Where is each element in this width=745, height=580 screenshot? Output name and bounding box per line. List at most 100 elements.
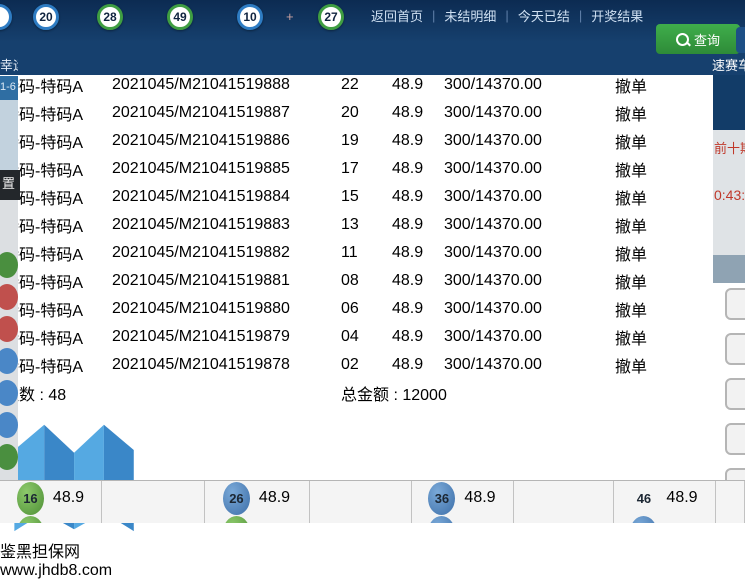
lottery-betting-page: { "header": { "balls": [ {"num": "20", "… bbox=[0, 0, 745, 522]
table-row: 特码-特码A2021045/M210415198831348.9300/1437… bbox=[2, 212, 669, 238]
bet-amount: 300 bbox=[444, 272, 471, 289]
right-game-tab[interactable]: 速赛车 bbox=[712, 55, 745, 75]
left-subheader-strip bbox=[0, 100, 18, 170]
bet-type-cell: 特码-特码A bbox=[2, 324, 109, 350]
period-number: 2021045 bbox=[112, 160, 174, 177]
odds-label: 48.9 bbox=[259, 489, 290, 507]
bet-number-cell: 15 bbox=[340, 184, 389, 210]
odds-cell: 48.9 bbox=[391, 184, 441, 210]
amount-cell: 300/14370.00 bbox=[443, 156, 612, 182]
cancel-order-button[interactable]: 撤单 bbox=[615, 331, 647, 348]
table-row: 特码-特码A2021045/M210415198810848.9300/1437… bbox=[2, 268, 669, 294]
cancel-order-button[interactable]: 撤单 bbox=[615, 275, 647, 292]
cancel-order-button[interactable]: 撤单 bbox=[615, 191, 647, 208]
search-button[interactable]: 查询 bbox=[656, 24, 740, 54]
table-row: 特码-特码A2021045/M210415198861948.9300/1437… bbox=[2, 128, 669, 154]
cancel-order-button[interactable]: 撤单 bbox=[615, 163, 647, 180]
lottery-ball: 27 bbox=[318, 4, 344, 30]
nav-link[interactable]: 开奖结果 bbox=[582, 6, 652, 25]
right-header-strip bbox=[713, 75, 745, 130]
order-number-cell: 2021045/M21041519878 bbox=[111, 352, 338, 378]
order-number-cell: 2021045/M21041519883 bbox=[111, 212, 338, 238]
cancel-order-button[interactable]: 撤单 bbox=[615, 359, 647, 376]
amount-cell: 300/14370.00 bbox=[443, 184, 612, 210]
groups-value: 48 bbox=[48, 387, 66, 404]
cancel-order-button[interactable]: 撤单 bbox=[615, 303, 647, 320]
bet-input-partial[interactable] bbox=[725, 378, 745, 410]
order-id: /M21041519886 bbox=[174, 132, 290, 149]
action-cell: 撤单 bbox=[614, 268, 669, 294]
bet-amount: 300 bbox=[444, 104, 471, 121]
table-footer-row: 组数 : 48 总金额 : 12000 bbox=[2, 380, 669, 406]
odds-cell: 48.9 bbox=[391, 100, 441, 126]
number-odds-cell: 26 48.9 bbox=[204, 481, 310, 515]
number-odds-cell: 3648.9 bbox=[411, 481, 514, 515]
bet-input-partial[interactable] bbox=[725, 333, 745, 365]
amount-cell: 300/14370.00 bbox=[443, 72, 612, 98]
bet-number-cell: 11 bbox=[340, 240, 389, 266]
cancel-order-button[interactable]: 撤单 bbox=[615, 107, 647, 124]
number-ball: 36 bbox=[428, 482, 455, 515]
action-cell: 撤单 bbox=[614, 296, 669, 322]
bet-amount: 300 bbox=[444, 216, 471, 233]
order-id: /M21041519880 bbox=[174, 300, 290, 317]
bet-orders-table: 特码-特码A2021045/M210415198892448.9300/1437… bbox=[0, 42, 671, 408]
left-settings-tab[interactable]: 置 bbox=[0, 170, 20, 200]
odds-label: 48.9 bbox=[666, 489, 697, 507]
odds-value: 48.9 bbox=[392, 132, 423, 149]
number-ball: 26 bbox=[223, 482, 250, 515]
total-amount: /14370.00 bbox=[471, 272, 542, 289]
table-row: 特码-特码A2021045/M210415198882248.9300/1437… bbox=[2, 72, 669, 98]
ball-sliver bbox=[0, 412, 18, 438]
nav-link[interactable]: 今天已结 bbox=[509, 6, 579, 25]
cancel-order-button[interactable]: 撤单 bbox=[615, 247, 647, 264]
number-odds-cell: 1648.9 bbox=[0, 481, 102, 515]
nav-link[interactable]: 未结明细 bbox=[435, 6, 505, 25]
odds-value: 48.9 bbox=[392, 300, 423, 317]
odds-label: 48.9 bbox=[53, 489, 84, 507]
number-odds-cell: 4648.9 bbox=[613, 481, 716, 515]
bet-amount: 300 bbox=[444, 188, 471, 205]
order-id: /M21041519878 bbox=[174, 356, 290, 373]
period-number: 2021045 bbox=[112, 132, 174, 149]
order-id: /M21041519881 bbox=[174, 272, 290, 289]
bet-input-partial[interactable] bbox=[725, 423, 745, 455]
order-id: /M21041519888 bbox=[174, 76, 290, 93]
action-cell: 撤单 bbox=[614, 184, 669, 210]
table-row: 特码-特码A2021045/M210415198821148.9300/1437… bbox=[2, 240, 669, 266]
odds-cell: 48.9 bbox=[391, 324, 441, 350]
amount-cell: 300/14370.00 bbox=[443, 352, 612, 378]
left-game-tab[interactable]: 幸运 bbox=[0, 55, 18, 75]
amount-cell: 300/14370.00 bbox=[443, 296, 612, 322]
total-amount: /14370.00 bbox=[471, 244, 542, 261]
action-cell: 撤单 bbox=[614, 156, 669, 182]
bet-amount: 300 bbox=[444, 328, 471, 345]
bet-type-cell: 特码-特码A bbox=[2, 128, 109, 154]
odds-value: 48.9 bbox=[392, 188, 423, 205]
table-row: 特码-特码A2021045/M210415198790448.9300/1437… bbox=[2, 324, 669, 350]
order-id: /M21041519879 bbox=[174, 328, 290, 345]
lottery-ball: 10 bbox=[237, 4, 263, 30]
header-right-pill[interactable] bbox=[736, 27, 745, 53]
odds-value: 48.9 bbox=[392, 356, 423, 373]
cancel-order-button[interactable]: 撤单 bbox=[615, 79, 647, 96]
odds-cell: 48.9 bbox=[391, 72, 441, 98]
bet-amount: 300 bbox=[444, 244, 471, 261]
nav-link[interactable]: 返回首页 bbox=[362, 6, 432, 25]
order-number-cell: 2021045/M21041519886 bbox=[111, 128, 338, 154]
odds-cell: 48.9 bbox=[391, 240, 441, 266]
cancel-order-button[interactable]: 撤单 bbox=[615, 135, 647, 152]
bet-number-cell: 22 bbox=[340, 72, 389, 98]
bet-input-cell bbox=[513, 481, 614, 515]
bet-type-cell: 特码-特码A bbox=[2, 72, 109, 98]
countdown-timer: 0:43: bbox=[714, 187, 745, 203]
cancel-order-button[interactable]: 撤单 bbox=[615, 219, 647, 236]
order-number-cell: 2021045/M21041519884 bbox=[111, 184, 338, 210]
amount-cell: 300/14370.00 bbox=[443, 128, 612, 154]
order-id: /M21041519882 bbox=[174, 244, 290, 261]
bet-number-cell: 17 bbox=[340, 156, 389, 182]
total-label: 总金额 : bbox=[341, 387, 398, 404]
game-tabs-bar bbox=[0, 42, 745, 75]
bet-amount: 300 bbox=[444, 356, 471, 373]
bet-input-partial[interactable] bbox=[725, 288, 745, 320]
